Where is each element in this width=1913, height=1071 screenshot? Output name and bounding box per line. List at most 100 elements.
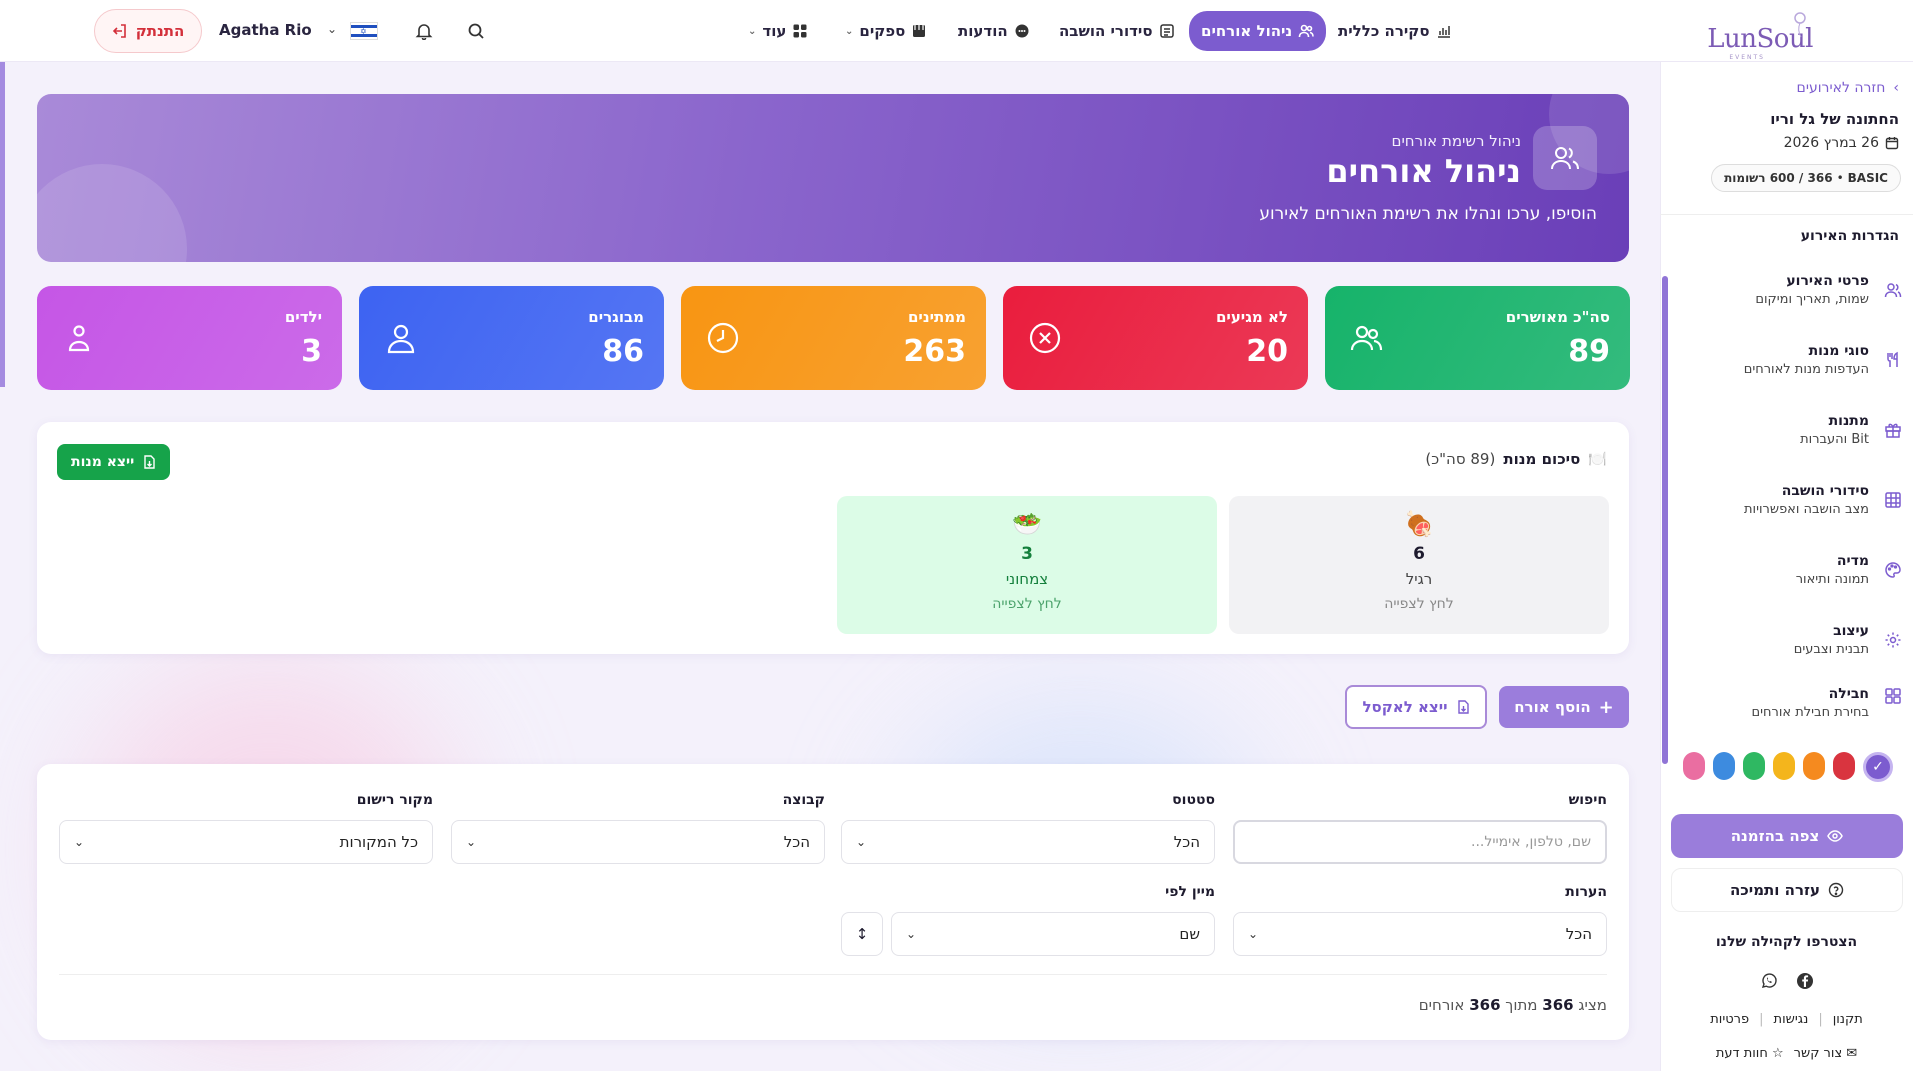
chevron-down-icon: ⌄ [74,835,85,849]
search-icon[interactable] [465,20,487,42]
sidebar-item-sub: תבנית וצבעים [1793,642,1869,657]
help-button[interactable]: עזרה ותמיכה [1671,868,1903,912]
message-icon [1014,23,1030,39]
sidebar-item-seating[interactable]: סידורי הושבה מצב הושבה ואפשרויות [1673,472,1903,528]
notes-select[interactable]: הכל ⌄ [1233,912,1607,956]
meal-count: 3 [1021,544,1033,564]
add-guest-button[interactable]: + הוסף אורח [1499,686,1629,728]
hero-decoration [37,164,187,262]
user-name[interactable]: Agatha Rio [219,21,312,39]
group-label: קבוצה [782,792,825,808]
page-scrollbar[interactable] [0,62,5,387]
color-swatch[interactable] [1683,752,1705,780]
view-invitation-button[interactable]: צפה בהזמנה [1671,814,1903,858]
results-middle: מתוך [1505,996,1538,1014]
nav-guests[interactable]: ניהול אורחים [1189,11,1327,51]
color-swatch-selected[interactable]: ✓ [1863,752,1893,782]
export-excel-label: ייצא לאקסל [1362,698,1448,716]
status-label: סטטוס [1172,792,1215,808]
grid-icon [792,23,808,39]
stat-card-children[interactable]: ילדים 3 [37,286,342,390]
back-to-events-link[interactable]: › חזרה לאירועים [1797,80,1899,96]
sidebar-item-sub: מצב הושבה ואפשרויות [1743,502,1869,517]
sidebar-item-gifts[interactable]: מתנות Bit והעברות [1673,402,1903,458]
stat-card-declined[interactable]: לא מגיעים 20 [1003,286,1308,390]
utensils-icon [1883,350,1903,370]
sort-direction-button[interactable]: ↕ [841,912,883,956]
sort-select[interactable]: שם ⌄ [891,912,1215,956]
stat-card-adults[interactable]: מבוגרים 86 [359,286,664,390]
meal-hint: לחץ לצפייה [1384,596,1454,612]
nav-overview[interactable]: סקירה כללית [1338,16,1452,46]
stat-card-confirmed[interactable]: סה"כ מאושרים 89 [1325,286,1630,390]
sidebar-item-meal-types[interactable]: סוגי מנות העדפות מנות לאורחים [1673,332,1903,388]
child-icon [59,318,99,358]
color-swatch[interactable] [1713,752,1735,780]
chart-icon [1436,23,1452,39]
sidebar-item-media[interactable]: מדיה תמונה ותיאור [1673,542,1903,598]
meal-name: צמחוני [1005,570,1049,588]
export-excel-button[interactable]: ייצא לאקסל [1345,685,1487,729]
notes-value: הכל [1565,925,1592,943]
stat-value: 86 [602,334,644,369]
brand-sub: EVENTS [1729,54,1765,61]
nav-suppliers[interactable]: ספקים ⌄ [845,16,927,46]
sidebar-item-event-details[interactable]: פרטי האירוע שמות, תאריך ומיקום [1673,262,1903,318]
logo[interactable]: LunSoul EVENTS [1703,10,1813,61]
plus-icon: + [1598,696,1614,718]
seating-icon [1159,23,1175,39]
hero-subtitle: ניהול רשימת אורחים [1391,132,1522,150]
status-select[interactable]: הכל ⌄ [841,820,1215,864]
color-swatch[interactable] [1803,752,1825,780]
community-title: הצטרפו לקהילה שלנו [1715,934,1858,950]
nav-messages[interactable]: הודעות [958,16,1030,46]
main-content: ניהול רשימת אורחים ניהול אורחים הוסיפו, … [0,62,1660,1071]
results-shown: 366 [1542,996,1574,1014]
footer-link[interactable]: נגישות [1774,1012,1809,1027]
logout-button[interactable]: התנתק [94,9,202,53]
sidebar-item-sub: Bit והעברות [1800,432,1869,447]
meat-icon: 🍖 [1404,510,1434,538]
nav-more[interactable]: עוד ⌄ [748,16,808,46]
sidebar-item-package[interactable]: חבילה בחירת חבילת אורחים [1673,682,1903,726]
bell-icon[interactable] [413,20,435,42]
contact-link[interactable]: ✉ צור קשר [1794,1046,1858,1061]
flag-israel-icon[interactable]: ✡ [350,22,378,40]
meal-card-vegetarian[interactable]: 🥗 3 צמחוני לחץ לצפייה [837,496,1217,634]
footer-links: תקנון | נגישות | פרטיות [1660,1012,1913,1027]
color-swatch[interactable] [1743,752,1765,780]
group-select[interactable]: הכל ⌄ [451,820,825,864]
gear-icon [1883,630,1903,650]
event-sidebar: › חזרה לאירועים החתונה של גל וריו 26 במר… [1660,62,1913,1071]
top-navbar: LunSoul EVENTS סקירה כללית ניהול אורחים … [0,0,1913,62]
sidebar-item-sub: תמונה ותיאור [1795,572,1869,587]
color-swatch[interactable] [1773,752,1795,780]
filters-card: חיפוש שם, טלפון, אימייל... סטטוס הכל ⌄ קב… [37,764,1629,1040]
footer-link[interactable]: תקנון [1833,1012,1863,1027]
nav-seating[interactable]: סידורי הושבה [1059,16,1175,46]
sidebar-item-design[interactable]: עיצוב תבנית וצבעים [1673,612,1903,668]
event-title: החתונה של גל וריו [1770,110,1899,128]
search-input[interactable]: שם, טלפון, אימייל... [1233,820,1607,864]
meal-card-regular[interactable]: 🍖 6 רגיל לחץ לצפייה [1229,496,1609,634]
stat-card-pending[interactable]: ממתינים 263 [681,286,986,390]
package-badge: BASIC • 366 / 600 רשומות [1711,164,1901,192]
stat-label: לא מגיעים [1215,308,1288,326]
nav-guests-label: ניהול אורחים [1201,22,1293,40]
feedback-link[interactable]: ☆ חוות דעת [1716,1046,1784,1061]
separator: | [1818,1012,1823,1027]
facebook-icon[interactable] [1794,970,1816,992]
package-sep: • [1836,171,1844,185]
package-tier: BASIC [1847,171,1888,185]
whatsapp-icon[interactable] [1758,970,1780,992]
color-swatch[interactable] [1833,752,1855,780]
chevron-down-icon[interactable]: ⌄ [327,22,337,36]
source-select[interactable]: כל המקורות ⌄ [59,820,433,864]
scrollbar[interactable] [1662,276,1668,764]
eye-icon [1827,830,1844,842]
users-icon [1298,23,1315,39]
footer-link[interactable]: פרטיות [1710,1012,1749,1027]
file-export-icon [1457,700,1469,714]
export-meals-button[interactable]: ייצא מנות [57,444,171,480]
source-value: כל המקורות [339,833,418,851]
